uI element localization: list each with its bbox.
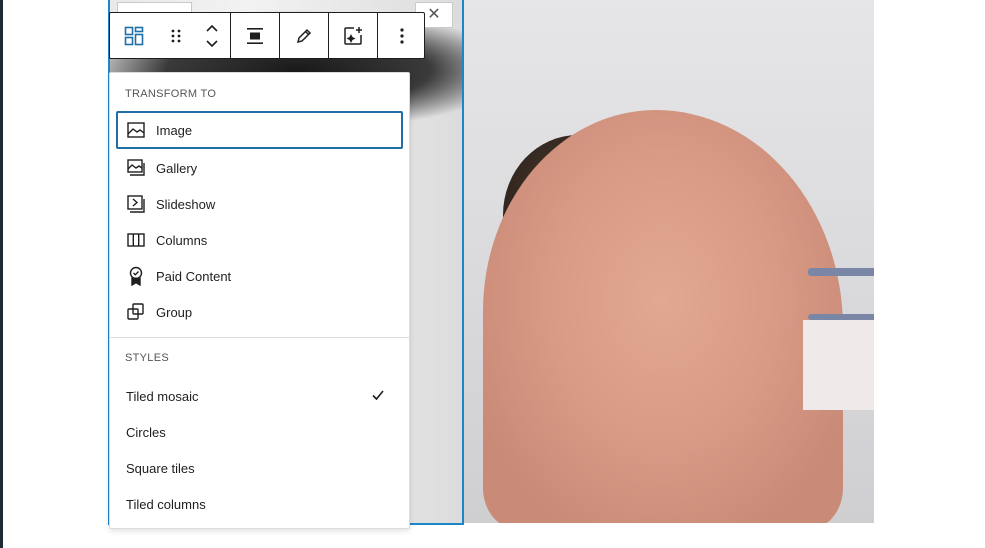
menu-item-label: Gallery (156, 160, 198, 176)
drag-handle-icon (171, 29, 181, 42)
align-button[interactable] (231, 13, 279, 58)
transform-paid-content[interactable]: Paid Content (116, 257, 403, 295)
transform-columns[interactable]: Columns (116, 221, 403, 259)
add-media-button[interactable] (329, 13, 377, 58)
pencil-icon (296, 28, 312, 43)
block-switcher-menu: Transform to Image Gallery Slideshow (109, 72, 410, 529)
add-media-icon (344, 26, 362, 45)
more-options-button[interactable] (378, 13, 426, 58)
more-vertical-icon (400, 27, 404, 44)
transform-slideshow[interactable]: Slideshow (116, 185, 403, 223)
menu-divider (110, 337, 409, 338)
menu-item-label: Paid Content (156, 268, 232, 284)
style-label: Tiled mosaic (126, 388, 199, 404)
gallery-image-right[interactable] (463, 0, 874, 523)
gallery-layout-icon (124, 26, 144, 45)
style-square-tiles[interactable]: Square tiles (116, 450, 403, 486)
menu-item-label: Columns (156, 232, 208, 248)
style-label: Square tiles (126, 460, 195, 476)
image-icon (126, 120, 146, 140)
toolbar-group-block (110, 13, 231, 58)
check-icon (372, 390, 384, 401)
move-buttons[interactable] (194, 13, 230, 58)
style-circles[interactable]: Circles (116, 414, 403, 450)
styles-section-title: Styles (125, 352, 169, 364)
transform-section-title: Transform to (125, 88, 217, 100)
gallery-icon (126, 158, 146, 178)
style-label: Circles (126, 424, 166, 440)
transform-gallery[interactable]: Gallery (116, 149, 403, 187)
block-switcher-button[interactable] (110, 13, 158, 58)
chevron-up-down-icon (206, 24, 218, 47)
photo-bed-rail (808, 268, 874, 276)
transform-image[interactable]: Image (116, 111, 403, 149)
columns-icon (126, 230, 146, 250)
transform-group[interactable]: Group (116, 293, 403, 331)
toolbar-group-edit (280, 13, 329, 58)
drag-handle-button[interactable] (158, 13, 194, 58)
edit-button[interactable] (280, 13, 328, 58)
menu-item-label: Slideshow (156, 196, 216, 212)
style-tiled-columns[interactable]: Tiled columns (116, 486, 403, 522)
menu-item-label: Image (156, 122, 193, 138)
photo-sheet (803, 320, 874, 410)
style-tiled-mosaic[interactable]: Tiled mosaic (116, 378, 403, 414)
group-icon (126, 302, 146, 322)
toolbar-group-more (378, 13, 426, 58)
slideshow-icon (126, 194, 146, 214)
toolbar-group-align (231, 13, 280, 58)
menu-item-label: Group (156, 304, 193, 320)
align-center-icon (247, 27, 263, 44)
photo-blanket (483, 110, 843, 523)
badge-icon (126, 266, 146, 286)
block-toolbar (109, 12, 425, 59)
toolbar-group-media (329, 13, 378, 58)
style-label: Tiled columns (126, 496, 206, 512)
left-edge (0, 0, 3, 548)
